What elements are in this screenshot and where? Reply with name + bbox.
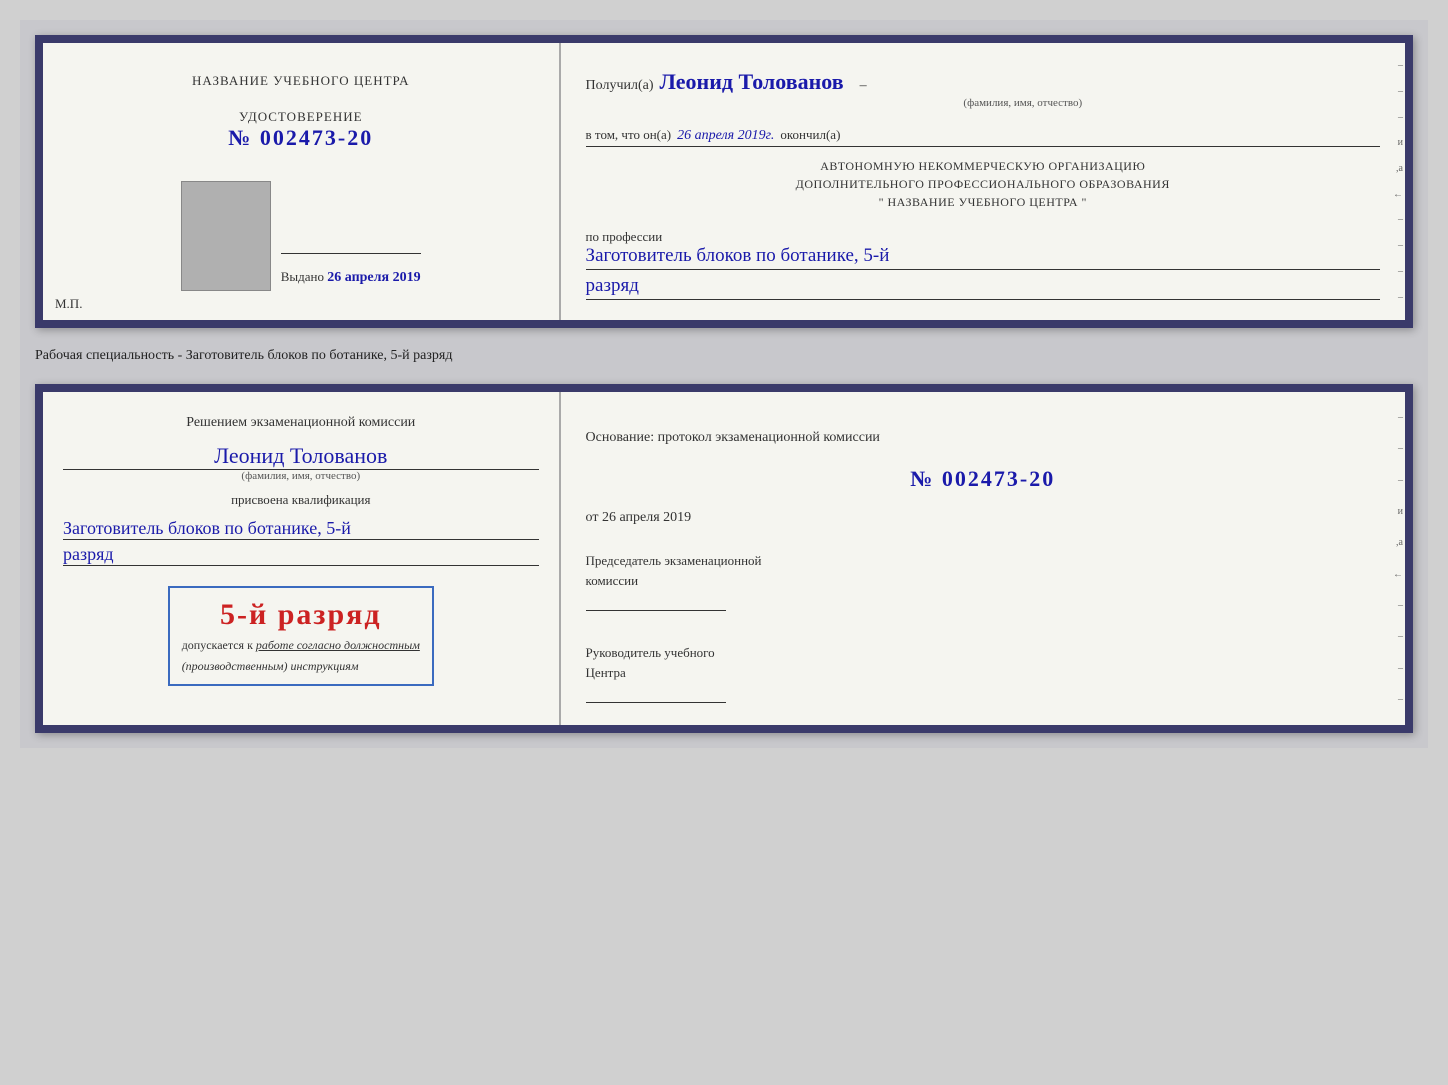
right-edge-labels: – – – и ,а ← – – – –: [1393, 53, 1403, 310]
issued-line: Выдано 26 апреля 2019: [281, 269, 421, 286]
profession-handwritten: Заготовитель блоков по ботанике, 5-й: [586, 245, 1380, 270]
bottom-document: Решением экзаменационной комиссии Леонид…: [35, 384, 1413, 733]
chairman-title: Председатель экзаменационной комиссии: [586, 551, 1380, 590]
cert-label: УДОСТОВЕРЕНИЕ: [228, 109, 373, 125]
profession-block: по профессии Заготовитель блоков по бота…: [586, 229, 1380, 300]
commission-name: Леонид Толованов: [63, 443, 539, 470]
badge-box: 5-й разряд допускается к работе согласно…: [168, 586, 434, 686]
confirm-prefix: в том, что он(а): [586, 127, 672, 143]
bottom-doc-left: Решением экзаменационной комиссии Леонид…: [43, 392, 561, 725]
bottom-right-edge-labels: – – – и ,а ← – – – –: [1393, 402, 1403, 715]
confirm-suffix: окончил(а): [780, 127, 840, 143]
received-label: Получил(а): [586, 78, 654, 94]
specialty-label: Рабочая специальность - Заготовитель бло…: [35, 343, 1413, 369]
confirm-date: 26 апреля 2019г.: [677, 128, 774, 144]
photo-placeholder: [181, 181, 271, 291]
recipient-subtitle: (фамилия, имя, отчество): [666, 97, 1380, 109]
page-container: НАЗВАНИЕ УЧЕБНОГО ЦЕНТРА УДОСТОВЕРЕНИЕ №…: [20, 20, 1428, 748]
issued-date: 26 апреля 2019: [327, 270, 420, 285]
badge-permission-italic: (производственным) инструкциям: [182, 659, 420, 674]
fio-subtitle: (фамилия, имя, отчество): [63, 470, 539, 482]
head-block: Руководитель учебного Центра: [586, 643, 1380, 705]
protocol-date: от 26 апреля 2019: [586, 510, 1380, 526]
head-signature-line: [586, 702, 726, 703]
cert-number-block: УДОСТОВЕРЕНИЕ № 002473-20: [228, 109, 373, 151]
center-title: НАЗВАНИЕ УЧЕБНОГО ЦЕНТРА: [192, 73, 409, 89]
mp-label: М.П.: [55, 296, 82, 312]
commission-title: Решением экзаменационной комиссии: [186, 412, 415, 433]
razryad2-handwritten: разряд: [63, 544, 539, 566]
top-doc-left: НАЗВАНИЕ УЧЕБНОГО ЦЕНТРА УДОСТОВЕРЕНИЕ №…: [43, 43, 561, 320]
head-title: Руководитель учебного Центра: [586, 643, 1380, 682]
basis-label: Основание: протокол экзаменационной коми…: [586, 427, 1380, 448]
top-document: НАЗВАНИЕ УЧЕБНОГО ЦЕНТРА УДОСТОВЕРЕНИЕ №…: [35, 35, 1413, 328]
chairman-block: Председатель экзаменационной комиссии: [586, 551, 1380, 613]
qualification-label: присвоена квалификация: [231, 492, 370, 508]
protocol-number: № 002473-20: [586, 466, 1380, 492]
org-block: АВТОНОМНУЮ НЕКОММЕРЧЕСКУЮ ОРГАНИЗАЦИЮ ДО…: [586, 157, 1380, 211]
recipient-name: Леонид Толованов: [660, 69, 844, 95]
top-doc-right: Получил(а) Леонид Толованов – (фамилия, …: [561, 43, 1405, 320]
cert-number: № 002473-20: [228, 125, 373, 150]
razryad-handwritten: разряд: [586, 275, 1380, 300]
bottom-doc-right: Основание: протокол экзаменационной коми…: [561, 392, 1405, 725]
qualification-handwritten: Заготовитель блоков по ботанике, 5-й: [63, 518, 539, 540]
badge-rank: 5-й разряд: [182, 598, 420, 632]
chairman-signature-line: [586, 610, 726, 611]
badge-permission: допускается к работе согласно должностны…: [182, 638, 420, 653]
